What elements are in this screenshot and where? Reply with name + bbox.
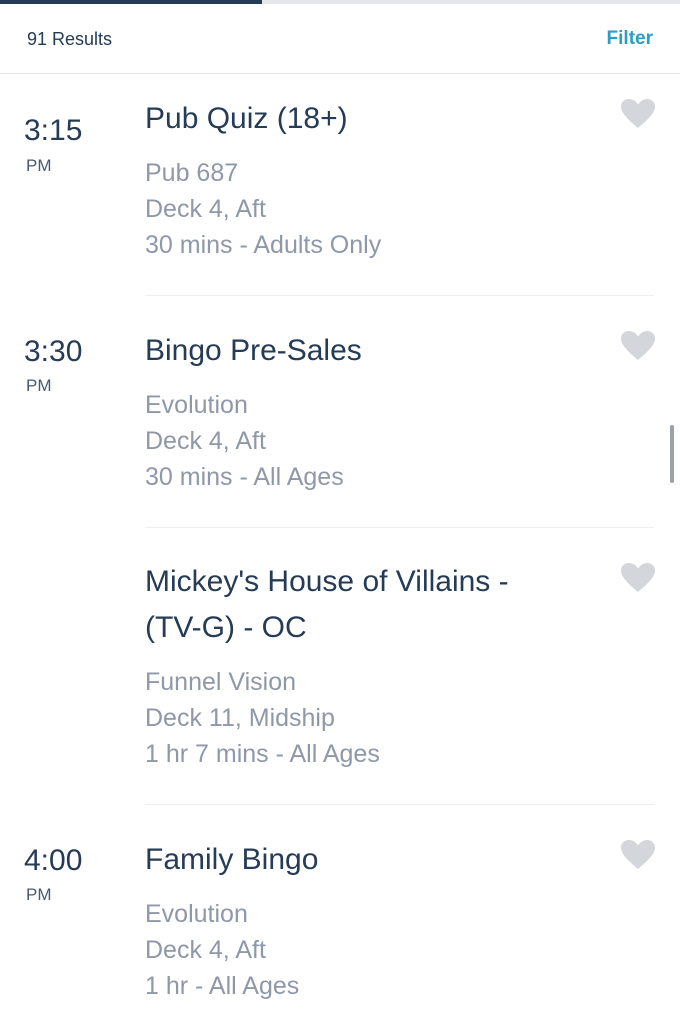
event-item[interactable]: 4:00 PM Family Bingo Evolution Deck 4, A… — [0, 805, 680, 1024]
event-start-time: 3:30 — [24, 335, 83, 368]
event-title[interactable]: Mickey's House of Villains - (TV-G) - OC — [145, 559, 565, 651]
activities-screen: 91 Results Filter 3:15 PM Pub Quiz (18+)… — [0, 0, 680, 1024]
event-duration-audience: 30 mins - All Ages — [145, 463, 344, 491]
event-title[interactable]: Bingo Pre-Sales — [145, 328, 565, 374]
event-time-period: PM — [26, 376, 52, 395]
event-duration-audience: 1 hr 7 mins - All Ages — [145, 740, 380, 768]
event-time-period: PM — [26, 885, 52, 904]
event-venue: Evolution — [145, 391, 248, 419]
event-location: Deck 11, Midship — [145, 704, 335, 732]
event-duration-audience: 1 hr - All Ages — [145, 972, 300, 1000]
favorite-heart-icon[interactable] — [620, 562, 656, 594]
favorite-heart-icon[interactable] — [620, 330, 656, 362]
event-location: Deck 4, Aft — [145, 195, 266, 223]
results-header: 91 Results Filter — [0, 4, 680, 74]
event-time-period: PM — [26, 156, 52, 175]
filter-button[interactable]: Filter — [607, 28, 653, 50]
event-start-time: 4:00 — [24, 844, 83, 877]
event-location: Deck 4, Aft — [145, 936, 266, 964]
event-venue: Pub 687 — [145, 159, 239, 187]
event-venue: Evolution — [145, 900, 248, 928]
event-item[interactable]: 3:15 PM Pub Quiz (18+) Pub 687 Deck 4, A… — [0, 74, 680, 296]
event-title[interactable]: Family Bingo — [145, 837, 565, 883]
event-list: 3:15 PM Pub Quiz (18+) Pub 687 Deck 4, A… — [0, 74, 680, 1024]
favorite-heart-icon[interactable] — [620, 839, 656, 871]
event-duration-audience: 30 mins - Adults Only — [145, 231, 382, 259]
event-item[interactable]: Mickey's House of Villains - (TV-G) - OC… — [0, 528, 680, 805]
scrollbar[interactable] — [670, 425, 674, 483]
event-title[interactable]: Pub Quiz (18+) — [145, 96, 565, 142]
results-count: 91 Results — [27, 29, 113, 49]
event-item[interactable]: 3:30 PM Bingo Pre-Sales Evolution Deck 4… — [0, 296, 680, 528]
favorite-heart-icon[interactable] — [620, 98, 656, 130]
event-start-time: 3:15 — [24, 114, 83, 147]
event-venue: Funnel Vision — [145, 668, 297, 696]
event-location: Deck 4, Aft — [145, 427, 266, 455]
